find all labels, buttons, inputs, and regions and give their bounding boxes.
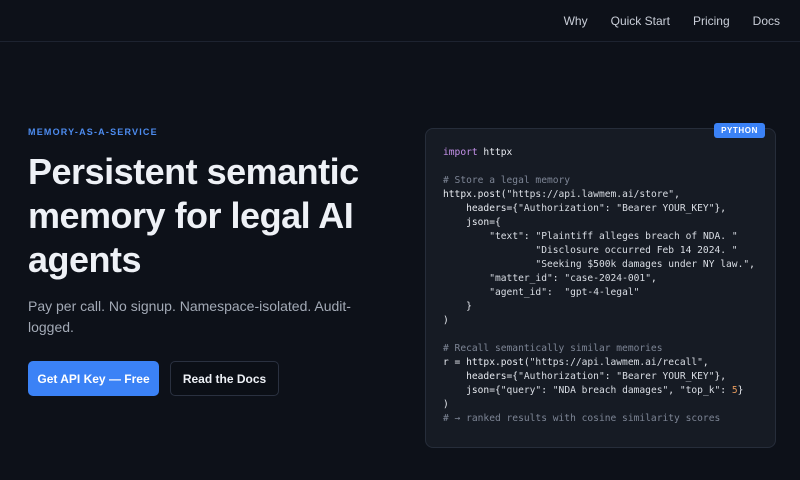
code-comment: # Recall semantically similar memories — [443, 343, 663, 354]
code-text: : — [720, 385, 732, 396]
code-line: import httpx — [443, 146, 755, 160]
code-line: json={ — [443, 216, 755, 230]
code-line: "Disclosure occurred Feb 14 2024. " — [443, 244, 755, 258]
code-line: "matter_id": "case-2024-001", — [443, 272, 755, 286]
code-string: "Bearer YOUR_KEY" — [616, 203, 715, 214]
code-text: , — [749, 259, 755, 270]
code-text: ) — [443, 315, 449, 326]
code-line: headers={"Authorization": "Bearer YOUR_K… — [443, 370, 755, 384]
code-line: "Seeking $500k damages under NY law.", — [443, 258, 755, 272]
code-string: "top_k" — [679, 385, 721, 396]
code-string: "agent_id" — [489, 287, 547, 298]
nav-link-why[interactable]: Why — [564, 14, 588, 28]
code-text: } — [443, 301, 472, 312]
code-string: "Seeking $500k damages under NY law." — [535, 259, 750, 270]
code-text: ) — [443, 399, 449, 410]
code-text: }, — [714, 371, 727, 382]
code-string: "query" — [500, 385, 542, 396]
nav-link-quick-start[interactable]: Quick Start — [611, 14, 670, 28]
code-line: json={"query": "NDA breach damages", "to… — [443, 384, 755, 398]
code-text: : — [546, 287, 565, 298]
code-text: headers={ — [443, 203, 519, 214]
nav-link-pricing[interactable]: Pricing — [693, 14, 730, 28]
top-nav: Why Quick Start Pricing Docs — [0, 0, 800, 42]
get-api-key-button[interactable]: Get API Key — Free — [28, 361, 159, 396]
code-text: , — [702, 357, 709, 368]
code-text: } — [737, 385, 744, 396]
code-string: "NDA breach damages" — [552, 385, 669, 396]
code-text: : — [523, 231, 536, 242]
code-string: "case-2024-001" — [564, 273, 651, 284]
code-comment: # Store a legal memory — [443, 175, 571, 186]
code-string: "Disclosure occurred Feb 14 2024. " — [535, 245, 738, 256]
nav-link-docs[interactable]: Docs — [753, 14, 780, 28]
code-text: , — [674, 189, 680, 200]
code-text: httpx — [477, 147, 513, 158]
code-text: , — [668, 385, 680, 396]
code-string: "https://api.lawmem.ai/store" — [506, 189, 675, 200]
code-string: "https://api.lawmem.ai/recall" — [529, 357, 703, 368]
code-line: "text": "Plaintiff alleges breach of NDA… — [443, 230, 755, 244]
code-string: "Authorization" — [518, 203, 605, 214]
code-string: "gpt-4-legal" — [564, 287, 640, 298]
code-text: json={ — [443, 217, 501, 228]
language-badge: PYTHON — [714, 123, 765, 138]
code-string: "Bearer YOUR_KEY" — [616, 371, 715, 382]
code-line: headers={"Authorization": "Bearer YOUR_K… — [443, 202, 755, 216]
code-line: # Store a legal memory — [443, 174, 755, 188]
code-string: "Plaintiff alleges breach of NDA. " — [535, 231, 738, 242]
code-text: r = httpx.post( — [443, 357, 530, 368]
code-line: # Recall semantically similar memories — [443, 342, 755, 356]
code-string: "Authorization" — [518, 371, 605, 382]
code-text: : — [604, 371, 617, 382]
code-line: r = httpx.post("https://api.lawmem.ai/re… — [443, 356, 755, 370]
code-line: ) — [443, 314, 755, 328]
code-comment: # → ranked results with cosine similarit… — [443, 413, 721, 424]
code-text: : — [541, 385, 553, 396]
code-sample-card: PYTHON import httpx # Store a legal memo… — [425, 123, 776, 448]
code-line: "agent_id": "gpt-4-legal" — [443, 286, 755, 300]
code-keyword: import — [443, 147, 478, 158]
hero-eyebrow: MEMORY-AS-A-SERVICE — [28, 127, 158, 137]
code-text: json={ — [443, 385, 501, 396]
code-line: httpx.post("https://api.lawmem.ai/store"… — [443, 188, 755, 202]
code-text: : — [552, 273, 565, 284]
read-docs-button[interactable]: Read the Docs — [170, 361, 279, 396]
code-line: # → ranked results with cosine similarit… — [443, 412, 755, 426]
code-line: ) — [443, 398, 755, 412]
code-string: "matter_id" — [489, 273, 553, 284]
code-text: httpx.post( — [443, 189, 507, 200]
code-line: } — [443, 300, 755, 314]
code-text: }, — [714, 203, 727, 214]
hero-subtitle: Pay per call. No signup. Namespace-isola… — [28, 298, 351, 335]
code-string: "text" — [489, 231, 524, 242]
code-text: , — [650, 273, 657, 284]
hero-headline: Persistent semantic memory for legal AI … — [28, 151, 359, 280]
code-text: : — [604, 203, 617, 214]
code-block: import httpx # Store a legal memory httpx… — [443, 146, 755, 426]
code-text: headers={ — [443, 371, 519, 382]
